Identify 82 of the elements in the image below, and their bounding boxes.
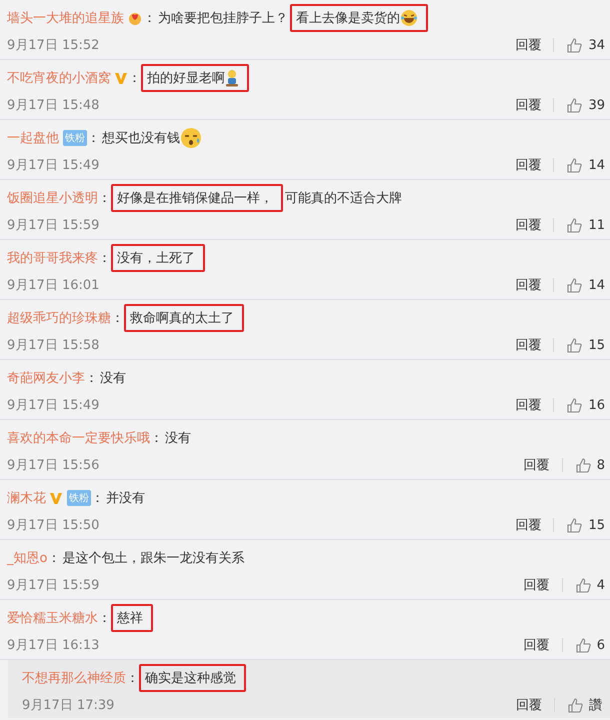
like-button[interactable]: 39 [566, 96, 605, 114]
comment-time: 9月17日 15:56 [7, 457, 100, 474]
sweating-emoji-icon [180, 127, 202, 149]
comment-text: 没有 [165, 430, 191, 447]
like-button[interactable]: 15 [566, 336, 605, 354]
reply-link[interactable]: 回覆 [524, 576, 550, 594]
thumbs-up-icon [566, 216, 584, 234]
colon-text: ： [126, 670, 139, 687]
comment-text: 拍的好显老啊 [147, 70, 225, 87]
like-button[interactable]: 16 [566, 396, 605, 414]
thumbs-up-icon [574, 456, 592, 474]
verified-v-icon [114, 71, 128, 85]
comment-text: 救命啊真的太土了 [130, 310, 234, 327]
reply-link[interactable]: 回覆 [516, 696, 542, 714]
like-button[interactable]: 6 [574, 636, 605, 654]
figure-emoji-icon [225, 69, 239, 87]
reply-link[interactable]: 回覆 [515, 36, 542, 54]
thumbs-up-icon [566, 96, 584, 114]
colon-text: ： [98, 190, 111, 207]
comment-time: 9月17日 15:50 [7, 517, 100, 534]
colon-text: ： [128, 70, 141, 87]
comment-text: 并没有 [106, 490, 145, 507]
reply-link[interactable]: 回覆 [524, 456, 550, 474]
reply-link[interactable]: 回覆 [515, 96, 542, 114]
fan-badge: 铁粉 [67, 490, 91, 506]
comment-text: 是这个包土，跟朱一龙没有关系 [62, 550, 244, 567]
laughing-emoji-icon [400, 9, 418, 27]
colon-text: ： [85, 370, 98, 387]
colon-text: ： [47, 550, 60, 567]
verified-v-icon [49, 491, 63, 505]
reply-link[interactable]: 回覆 [515, 276, 542, 294]
colon-text: ： [98, 610, 111, 627]
colon-text: ： [87, 130, 100, 147]
comment-time: 9月17日 15:59 [7, 217, 100, 234]
like-button[interactable]: 讚 [567, 696, 602, 714]
thumbs-up-icon [567, 696, 584, 714]
comment-time: 9月17日 17:39 [22, 697, 116, 714]
comment-time: 9月17日 15:58 [7, 337, 100, 354]
comment-time: 9月17日 16:01 [7, 277, 100, 294]
reply-link[interactable]: 回覆 [515, 156, 542, 174]
like-button[interactable]: 14 [566, 276, 605, 294]
comment-time: 9月17日 15:59 [7, 577, 100, 594]
reply-link[interactable]: 回覆 [515, 336, 542, 354]
comment-time: 9月17日 15:48 [7, 97, 100, 114]
reply-link[interactable]: 回覆 [515, 396, 542, 414]
thumbs-up-icon [566, 336, 584, 354]
colon-text: ： [111, 310, 124, 327]
comment-text: 没有，土死了 [117, 250, 195, 267]
comment-text: 为啥要把包挂脖子上？ [158, 10, 288, 27]
comment-text: 慈祥 [117, 610, 143, 627]
thumbs-up-icon [566, 516, 584, 534]
thumbs-up-icon [566, 276, 584, 294]
comment-text: 可能真的不适合大牌 [285, 190, 402, 207]
comment-text: 没有 [100, 370, 126, 387]
like-button[interactable]: 34 [566, 36, 605, 54]
thumbs-up-icon [574, 576, 592, 594]
comment-text: 确实是这种感觉 [145, 670, 236, 687]
colon-text: ： [98, 250, 111, 267]
like-button[interactable]: 4 [574, 576, 605, 594]
colon-text: ： [143, 10, 156, 27]
thumbs-up-icon [574, 636, 592, 654]
heart-hands-icon [127, 10, 143, 26]
comment-text: 看上去像是卖货的 [296, 10, 400, 27]
fan-badge: 铁粉 [63, 130, 87, 146]
comment-time: 9月17日 16:13 [7, 637, 100, 654]
comment-time: 9月17日 15:52 [7, 37, 100, 54]
reply-link[interactable]: 回覆 [515, 216, 542, 234]
thumbs-up-icon [566, 156, 584, 174]
thumbs-up-icon [566, 36, 584, 54]
like-button[interactable]: 14 [566, 156, 605, 174]
comment-time: 9月17日 15:49 [7, 397, 100, 414]
comment-text: 好像是在推销保健品一样， [117, 190, 273, 207]
like-button[interactable]: 11 [566, 216, 605, 234]
thumbs-up-icon [566, 396, 584, 414]
like-button[interactable]: 8 [574, 456, 605, 474]
like-button[interactable]: 15 [566, 516, 605, 534]
reply-link[interactable]: 回覆 [524, 636, 550, 654]
colon-text: ： [91, 490, 104, 507]
reply-link[interactable]: 回覆 [515, 516, 542, 534]
colon-text: ： [150, 430, 163, 447]
comment-text: 想买也没有钱 [102, 130, 180, 147]
comment-time: 9月17日 15:49 [7, 157, 100, 174]
